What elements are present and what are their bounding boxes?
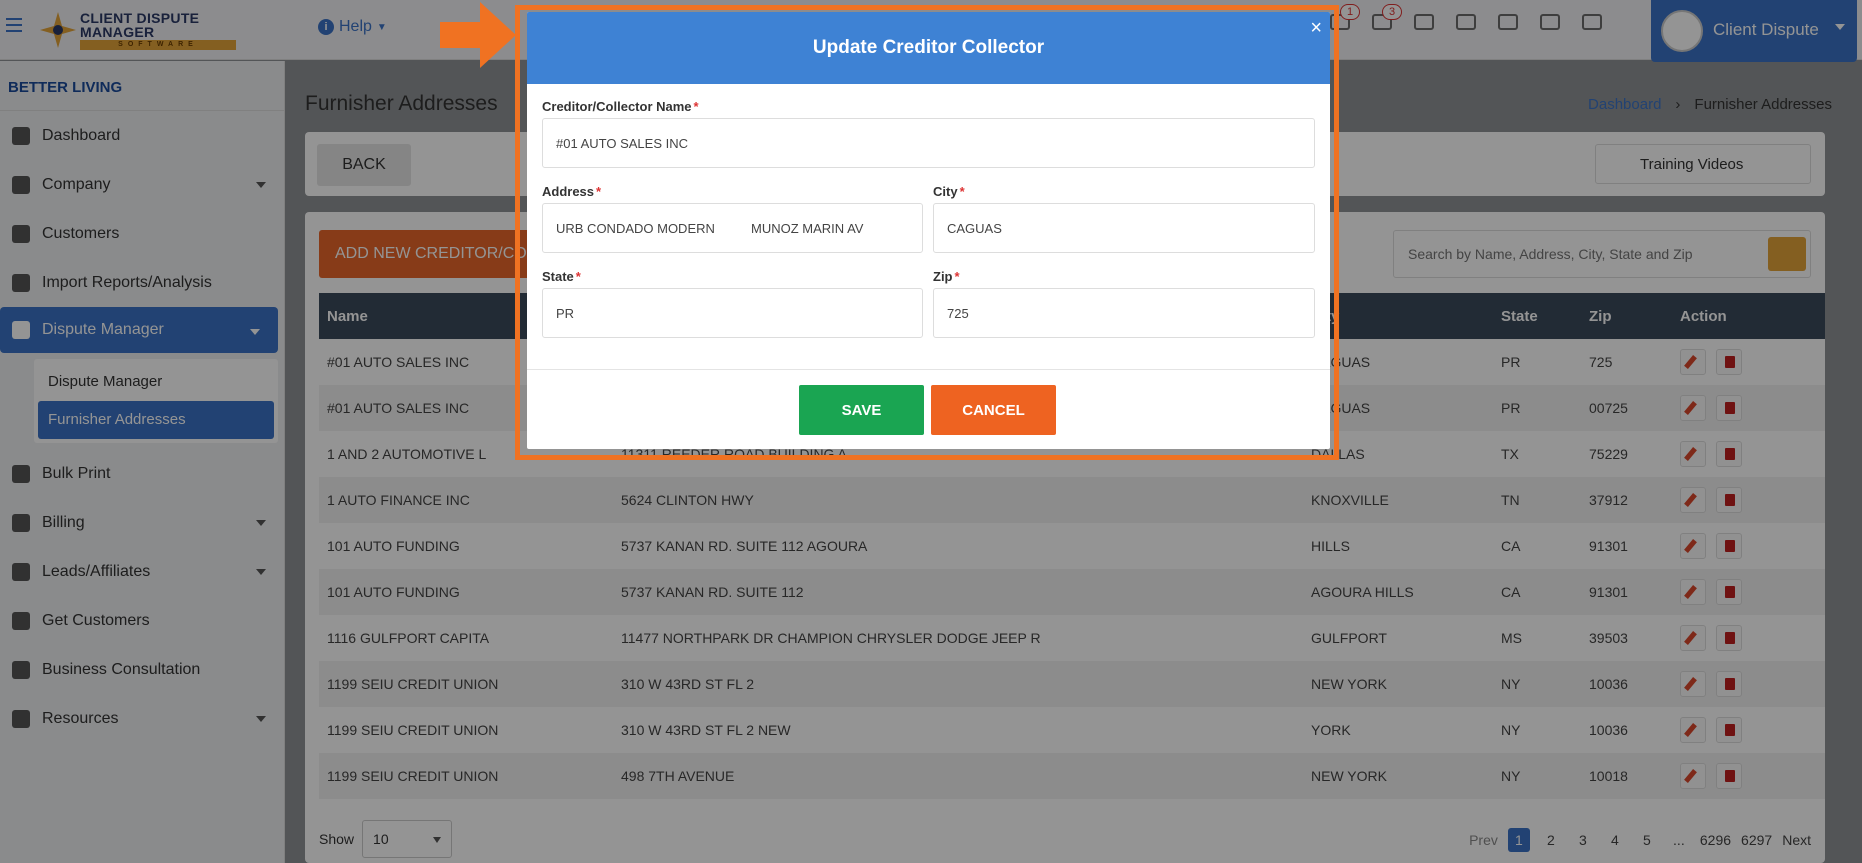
zip-field[interactable]: [933, 288, 1315, 338]
city-label: City *: [933, 184, 965, 199]
required-mark: *: [954, 269, 960, 284]
required-mark: *: [693, 99, 699, 114]
modal-footer-divider: [527, 369, 1330, 370]
name-label: Creditor/Collector Name *: [542, 99, 699, 114]
zip-label: Zip *: [933, 269, 960, 284]
state-label-text: State: [542, 269, 574, 284]
orange-arrow-icon: [440, 2, 516, 68]
required-mark: *: [575, 269, 581, 284]
creditor-name-field[interactable]: [542, 118, 1315, 168]
modal-title: Update Creditor Collector: [812, 37, 1045, 58]
cancel-button[interactable]: CANCEL: [931, 385, 1056, 435]
required-mark: *: [959, 184, 965, 199]
close-icon[interactable]: ×: [1310, 18, 1322, 38]
address-label: Address *: [542, 184, 601, 199]
update-creditor-modal: Update Creditor Collector × Creditor/Col…: [527, 12, 1330, 449]
name-label-text: Creditor/Collector Name: [542, 99, 692, 114]
required-mark: *: [596, 184, 602, 199]
zip-label-text: Zip: [933, 269, 953, 284]
state-label: State *: [542, 269, 581, 284]
save-button[interactable]: SAVE: [799, 385, 924, 435]
modal-header: Update Creditor Collector ×: [527, 12, 1330, 84]
city-field[interactable]: [933, 203, 1315, 253]
state-field[interactable]: [542, 288, 923, 338]
address-label-text: Address: [542, 184, 595, 199]
city-label-text: City: [933, 184, 958, 199]
address-field[interactable]: [542, 203, 923, 253]
